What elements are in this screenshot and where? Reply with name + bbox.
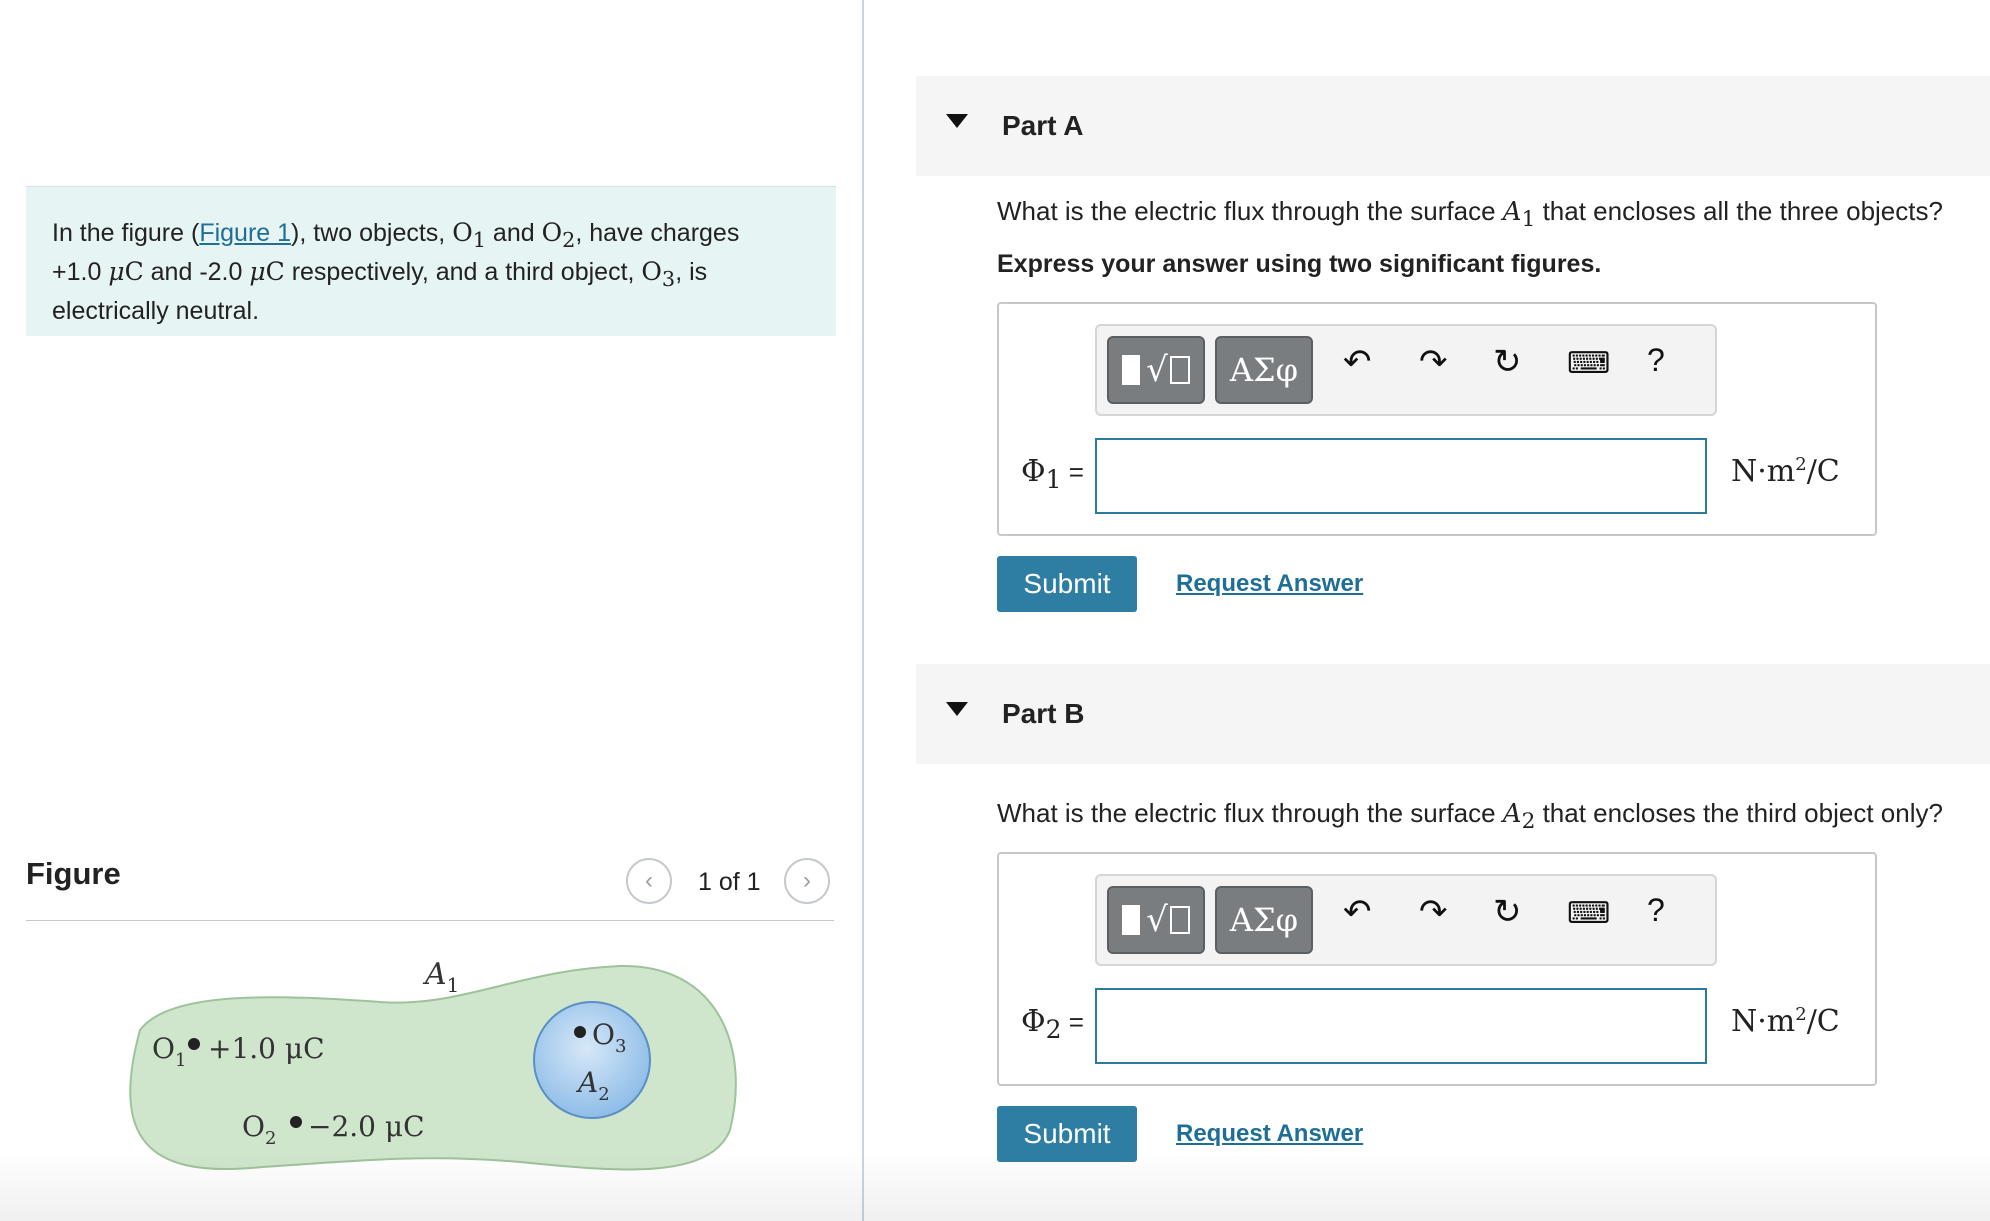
answer-units: N·m2/C <box>1731 1004 1840 1039</box>
problem-text: ), two objects, <box>291 219 453 247</box>
figure-link[interactable]: Figure 1 <box>199 219 291 247</box>
left-pane: In the figure (Figure 1), two objects, O… <box>0 0 864 1221</box>
part-b-answer-box: √ ΑΣφ ↶ ↷ ↻ ⌨ ? Φ2 = N·m2/C <box>997 852 1877 1086</box>
templates-button[interactable]: √ <box>1107 886 1205 954</box>
pane-divider[interactable] <box>862 0 864 1221</box>
figure-divider <box>26 920 834 921</box>
part-a-header[interactable]: Part A <box>916 76 1990 176</box>
charge-unit: μC <box>108 257 144 286</box>
sqrt-icon: √ <box>1146 900 1168 940</box>
object-o3: O3 <box>641 257 676 291</box>
greek-symbols-button[interactable]: ΑΣφ <box>1215 336 1313 404</box>
part-a-instruction: Express your answer using two significan… <box>997 250 1602 278</box>
problem-text: respectively, and a third object, <box>284 258 642 286</box>
greek-symbols-button[interactable]: ΑΣφ <box>1215 886 1313 954</box>
reset-icon[interactable]: ↻ <box>1493 892 1522 932</box>
label-a1: A1 <box>422 957 459 997</box>
collapse-triangle-icon[interactable] <box>946 702 968 716</box>
answer-input[interactable] <box>1095 438 1707 514</box>
keyboard-icon[interactable]: ⌨ <box>1567 896 1610 931</box>
part-b-submit-button[interactable]: Submit <box>997 1106 1137 1162</box>
template-block-icon <box>1122 905 1141 935</box>
templates-button[interactable]: √ <box>1107 336 1205 404</box>
figure-heading: Figure <box>26 856 121 891</box>
label-o2-charge: −2.0 μC <box>308 1110 425 1143</box>
help-button[interactable]: ? <box>1647 892 1665 929</box>
object-o2: O2 <box>541 218 576 252</box>
undo-icon[interactable]: ↶ <box>1343 342 1372 382</box>
figure-pager: 1 of 1 <box>698 868 761 896</box>
problem-text: and <box>143 258 200 286</box>
math-toolbar: √ ΑΣφ ↶ ↷ ↻ ⌨ ? <box>1095 874 1717 966</box>
part-a-answer-box: √ ΑΣφ ↶ ↷ ↻ ⌨ ? Φ1 = N·m2/C <box>997 302 1877 536</box>
object-o1: O1 <box>452 218 486 252</box>
template-box-icon <box>1169 356 1190 384</box>
sqrt-icon: √ <box>1146 350 1168 390</box>
problem-text: and <box>485 219 542 247</box>
object-o2-dot <box>290 1116 302 1128</box>
undo-icon[interactable]: ↶ <box>1343 892 1372 932</box>
part-b-request-answer-link[interactable]: Request Answer <box>1176 1120 1363 1148</box>
figure-prev-button[interactable]: ‹ <box>626 858 672 904</box>
answer-input[interactable] <box>1095 988 1707 1064</box>
problem-text: , have charges <box>575 219 740 247</box>
collapse-triangle-icon[interactable] <box>946 114 968 128</box>
part-b-header[interactable]: Part B <box>916 664 1990 764</box>
label-o1-charge: +1.0 μC <box>208 1032 325 1065</box>
part-a-request-answer-link[interactable]: Request Answer <box>1176 570 1363 598</box>
chevron-left-icon: ‹ <box>645 867 653 894</box>
part-b-question: What is the electric flux through the su… <box>997 798 1943 835</box>
figure-next-button[interactable]: › <box>784 858 830 904</box>
part-a-question: What is the electric flux through the su… <box>997 196 1943 233</box>
answer-label: Φ1 = <box>1021 454 1084 494</box>
object-o3-dot <box>574 1026 586 1038</box>
answer-label: Φ2 = <box>1021 1004 1084 1044</box>
template-box-icon <box>1169 906 1190 934</box>
part-title: Part B <box>1002 698 1085 729</box>
problem-statement: In the figure (Figure 1), two objects, O… <box>26 186 836 336</box>
redo-icon[interactable]: ↷ <box>1419 892 1448 932</box>
redo-icon[interactable]: ↷ <box>1419 342 1448 382</box>
keyboard-icon[interactable]: ⌨ <box>1567 346 1610 381</box>
charge-unit: μC <box>249 257 285 286</box>
part-title: Part A <box>1002 110 1084 141</box>
help-button[interactable]: ? <box>1647 342 1665 379</box>
answer-units: N·m2/C <box>1731 454 1840 489</box>
object-o1-dot <box>188 1038 200 1050</box>
part-a-submit-button[interactable]: Submit <box>997 556 1137 612</box>
math-toolbar: √ ΑΣφ ↶ ↷ ↻ ⌨ ? <box>1095 324 1717 416</box>
figure-image: A1 O1 +1.0 μC O2 −2.0 μC O3 A2 <box>129 957 737 1171</box>
problem-text: In the figure ( <box>52 219 200 247</box>
chevron-right-icon: › <box>803 867 811 894</box>
reset-icon[interactable]: ↻ <box>1493 342 1522 382</box>
charge-1: +1.0 <box>52 258 102 286</box>
template-block-icon <box>1122 355 1141 385</box>
charge-2: -2.0 <box>199 258 243 286</box>
